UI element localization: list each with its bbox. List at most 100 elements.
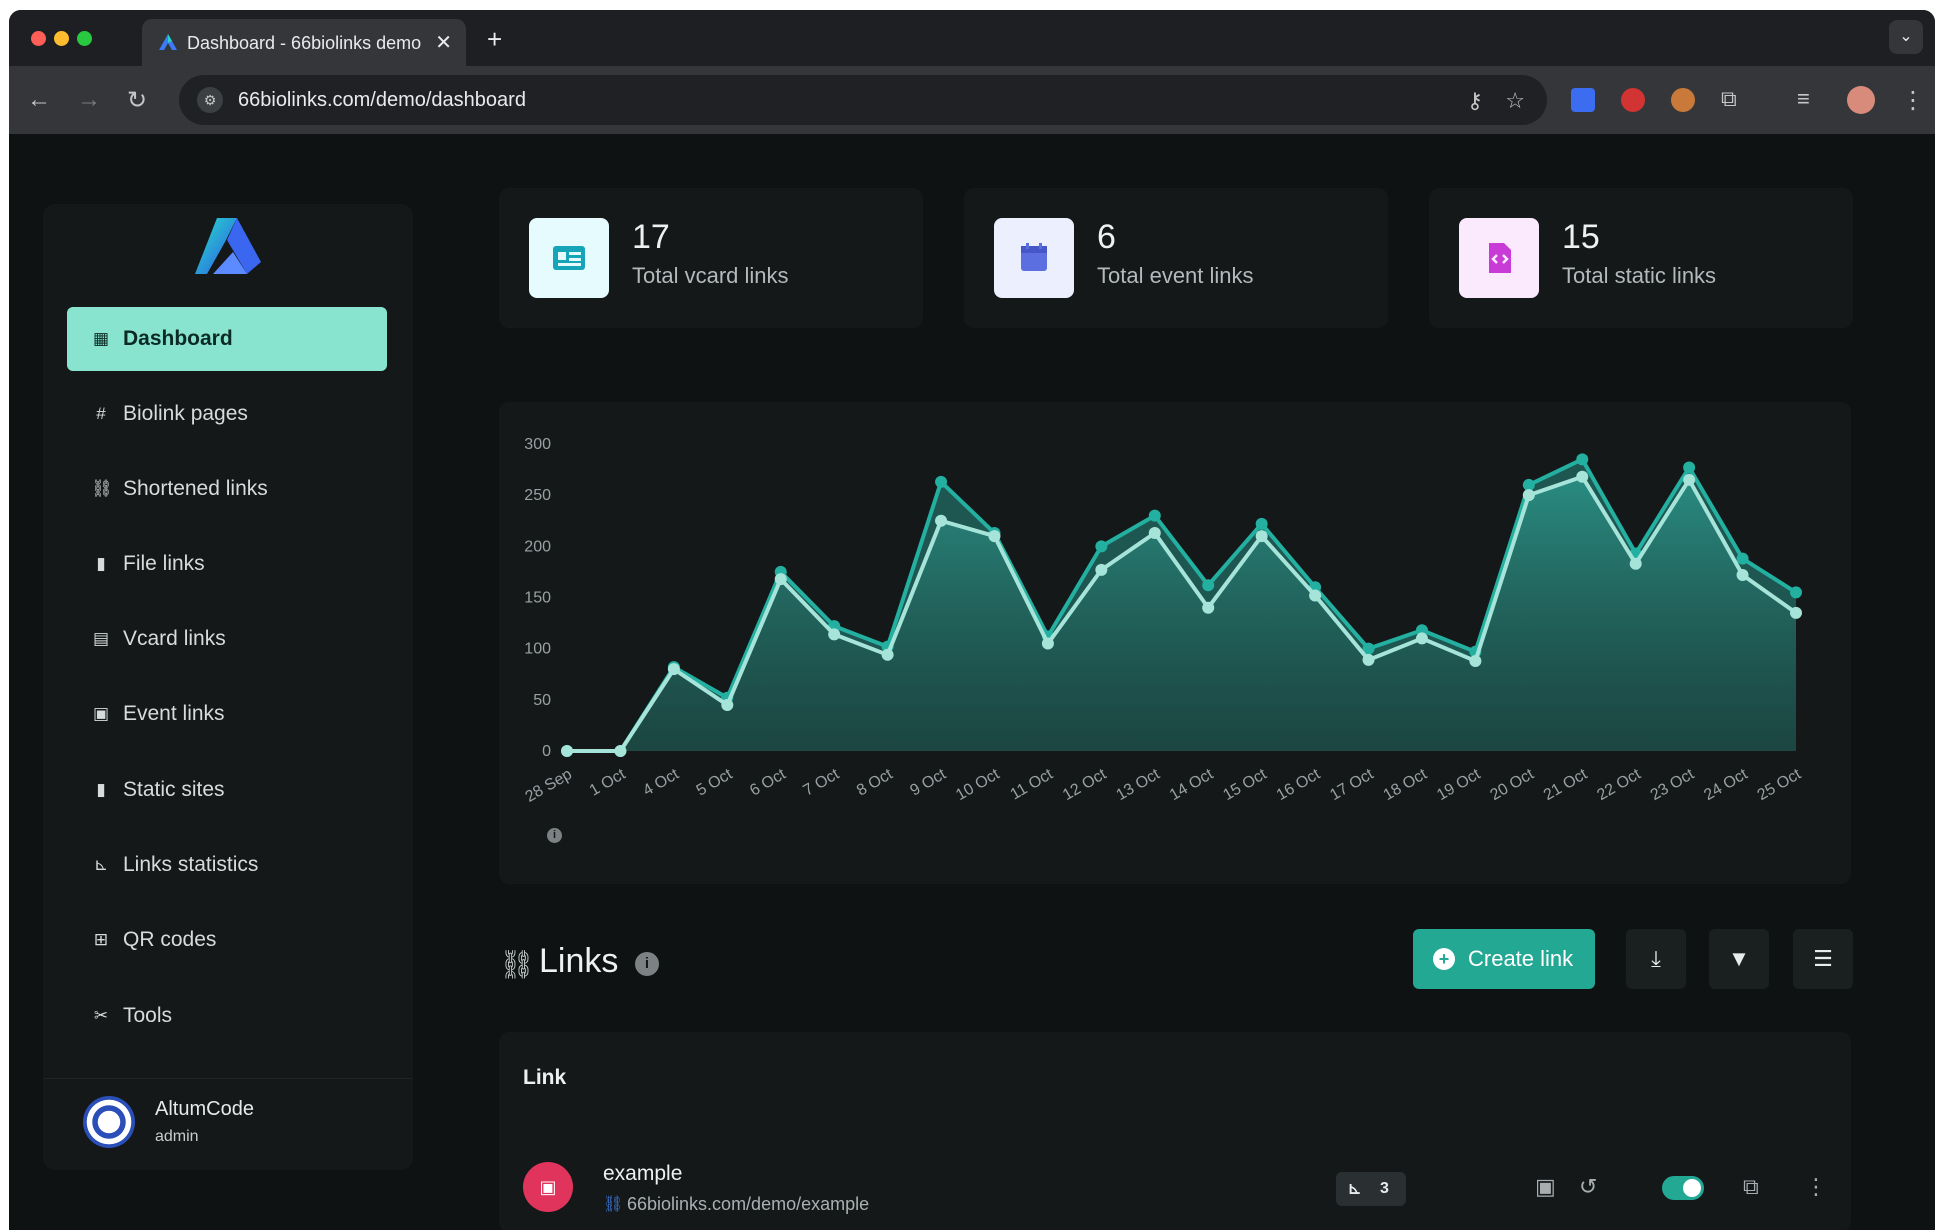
grid-icon: ▦ <box>92 329 110 348</box>
x-tick-label: 16 Oct <box>1274 765 1324 804</box>
x-tick-label: 11 Oct <box>1008 765 1057 803</box>
sidebar-item-file-links[interactable]: ▮ File links <box>67 532 387 596</box>
data-point <box>828 628 841 641</box>
hash-icon: # <box>96 404 106 423</box>
extension-translate-icon[interactable] <box>1571 88 1595 112</box>
create-link-button[interactable]: + Create link <box>1413 929 1595 989</box>
file-icon: ▮ <box>96 554 106 573</box>
data-point <box>1683 461 1696 474</box>
links-title: Links <box>539 942 619 980</box>
sidebar-item-label: Shortened links <box>123 477 268 500</box>
user-role: admin <box>155 1128 199 1145</box>
extensions-puzzle-icon[interactable]: ⧉ <box>1721 86 1737 112</box>
x-tick-label: 5 Oct <box>694 765 736 799</box>
calendar-icon[interactable]: ▣ <box>1535 1174 1556 1200</box>
y-tick-label: 50 <box>533 692 551 709</box>
app-logo[interactable] <box>193 216 263 280</box>
new-tab-button[interactable]: + <box>487 24 502 55</box>
link-enabled-toggle[interactable] <box>1662 1176 1704 1200</box>
file-code-icon: ▮ <box>96 780 106 799</box>
browser-menu-icon[interactable]: ⋮ <box>1901 86 1925 115</box>
dashboard-page: ▦ Dashboard # Biolink pages ⛓ Shortened … <box>9 134 1935 1230</box>
vcard-icon <box>529 218 609 298</box>
x-tick-label: 9 Oct <box>907 765 949 799</box>
site-settings-icon[interactable]: ⚙ <box>197 87 223 113</box>
password-key-icon[interactable]: ⚷ <box>1467 88 1483 114</box>
stat-card-event[interactable]: 6 Total event links <box>964 188 1388 328</box>
data-point <box>1202 579 1215 592</box>
chart-info-icon[interactable]: i <box>547 828 562 843</box>
column-header-link: Link <box>523 1066 567 1089</box>
x-tick-label: 20 Oct <box>1488 765 1538 804</box>
x-tick-label: 6 Oct <box>747 765 789 799</box>
x-tick-label: 14 Oct <box>1167 765 1217 804</box>
stat-label: Total static links <box>1562 263 1717 288</box>
url-link-icon: ⛓ <box>603 1196 624 1213</box>
link-stats-badge[interactable]: ⊾ 3 <box>1336 1172 1406 1206</box>
sidebar-item-label: Event links <box>123 702 225 725</box>
sidebar-item-links-statistics[interactable]: ⊾ Links statistics <box>67 833 387 897</box>
close-tab-icon[interactable]: ✕ <box>435 30 452 55</box>
sidebar-item-label: File links <box>123 552 205 575</box>
copy-icon[interactable]: ⧉ <box>1743 1174 1759 1200</box>
calendar-icon: ▣ <box>92 704 110 723</box>
sidebar-item-event-links[interactable]: ▣ Event links <box>67 682 387 746</box>
link-url[interactable]: 66biolinks.com/demo/example <box>627 1194 869 1215</box>
stat-card-vcard[interactable]: 17 Total vcard links <box>499 188 923 328</box>
minimize-window-button[interactable] <box>54 31 69 46</box>
event-calendar-icon: ▣ <box>523 1162 573 1212</box>
address-bar[interactable]: ⚙ 66biolinks.com/demo/dashboard ⚷ ☆ <box>179 75 1547 125</box>
stat-label: Total vcard links <box>632 263 789 288</box>
user-avatar[interactable] <box>83 1096 135 1148</box>
data-point <box>935 475 948 488</box>
sidebar-item-shortened-links[interactable]: ⛓ Shortened links <box>67 457 387 521</box>
tab-title: Dashboard - 66biolinks demo <box>187 33 422 53</box>
sidebar-item-vcard-links[interactable]: ▤ Vcard links <box>67 607 387 671</box>
list-options-button[interactable]: ☰ <box>1793 929 1853 989</box>
calendar-icon <box>994 218 1074 298</box>
sidebar-item-qr-codes[interactable]: ⊞ QR codes <box>67 908 387 972</box>
stats-count: 3 <box>1380 1180 1389 1197</box>
maximize-window-button[interactable] <box>77 31 92 46</box>
close-window-button[interactable] <box>31 31 46 46</box>
data-point <box>1736 568 1749 581</box>
sidebar-item-tools[interactable]: ✂ Tools <box>67 984 387 1048</box>
sidebar-item-static-sites[interactable]: ▮ Static sites <box>67 758 387 822</box>
history-icon[interactable]: ↺ <box>1579 1174 1597 1200</box>
tab-search-button[interactable]: ⌄ <box>1889 20 1923 54</box>
data-point <box>721 698 734 711</box>
data-point <box>1202 601 1215 614</box>
sidebar-item-dashboard[interactable]: ▦ Dashboard <box>67 307 387 371</box>
sidebar-item-biolink-pages[interactable]: # Biolink pages <box>67 382 387 446</box>
y-tick-label: 300 <box>524 436 551 453</box>
sidebar-item-label: QR codes <box>123 928 217 951</box>
data-point <box>561 745 573 757</box>
x-tick-label: 7 Oct <box>801 765 843 799</box>
x-tick-label: 4 Oct <box>640 765 682 799</box>
user-name[interactable]: AltumCode <box>155 1098 254 1121</box>
reload-button[interactable]: ↻ <box>127 86 147 115</box>
data-point <box>1095 540 1108 553</box>
extension-shield-icon[interactable] <box>1621 88 1645 112</box>
link-title[interactable]: example <box>603 1162 682 1186</box>
sidebar-item-label: Links statistics <box>123 853 259 876</box>
filter-button[interactable]: ▼ <box>1709 929 1769 989</box>
stat-card-static[interactable]: 15 Total static links <box>1429 188 1853 328</box>
tab-strip: Dashboard - 66biolinks demo ✕ + ⌄ <box>9 10 1935 66</box>
tools-icon: ✂ <box>93 1006 109 1025</box>
tab-dashboard[interactable]: Dashboard - 66biolinks demo ✕ <box>142 19 466 66</box>
bookmark-star-icon[interactable]: ☆ <box>1505 88 1525 114</box>
profile-avatar[interactable] <box>1847 86 1875 114</box>
x-tick-label: 10 Oct <box>953 765 1003 804</box>
extension-cookie-icon[interactable] <box>1671 88 1695 112</box>
back-button[interactable]: ← <box>27 86 51 114</box>
sidebar-item-label: Tools <box>123 1004 173 1027</box>
media-control-icon[interactable]: ≡ <box>1797 86 1810 112</box>
forward-button[interactable]: → <box>77 86 101 114</box>
more-options-icon[interactable]: ⋮ <box>1805 1174 1827 1200</box>
x-tick-label: 1 Oct <box>587 765 629 799</box>
links-info-icon[interactable]: i <box>635 952 659 976</box>
download-button[interactable]: ⤓ <box>1626 929 1686 989</box>
data-point <box>1362 653 1375 666</box>
data-point <box>935 514 948 527</box>
